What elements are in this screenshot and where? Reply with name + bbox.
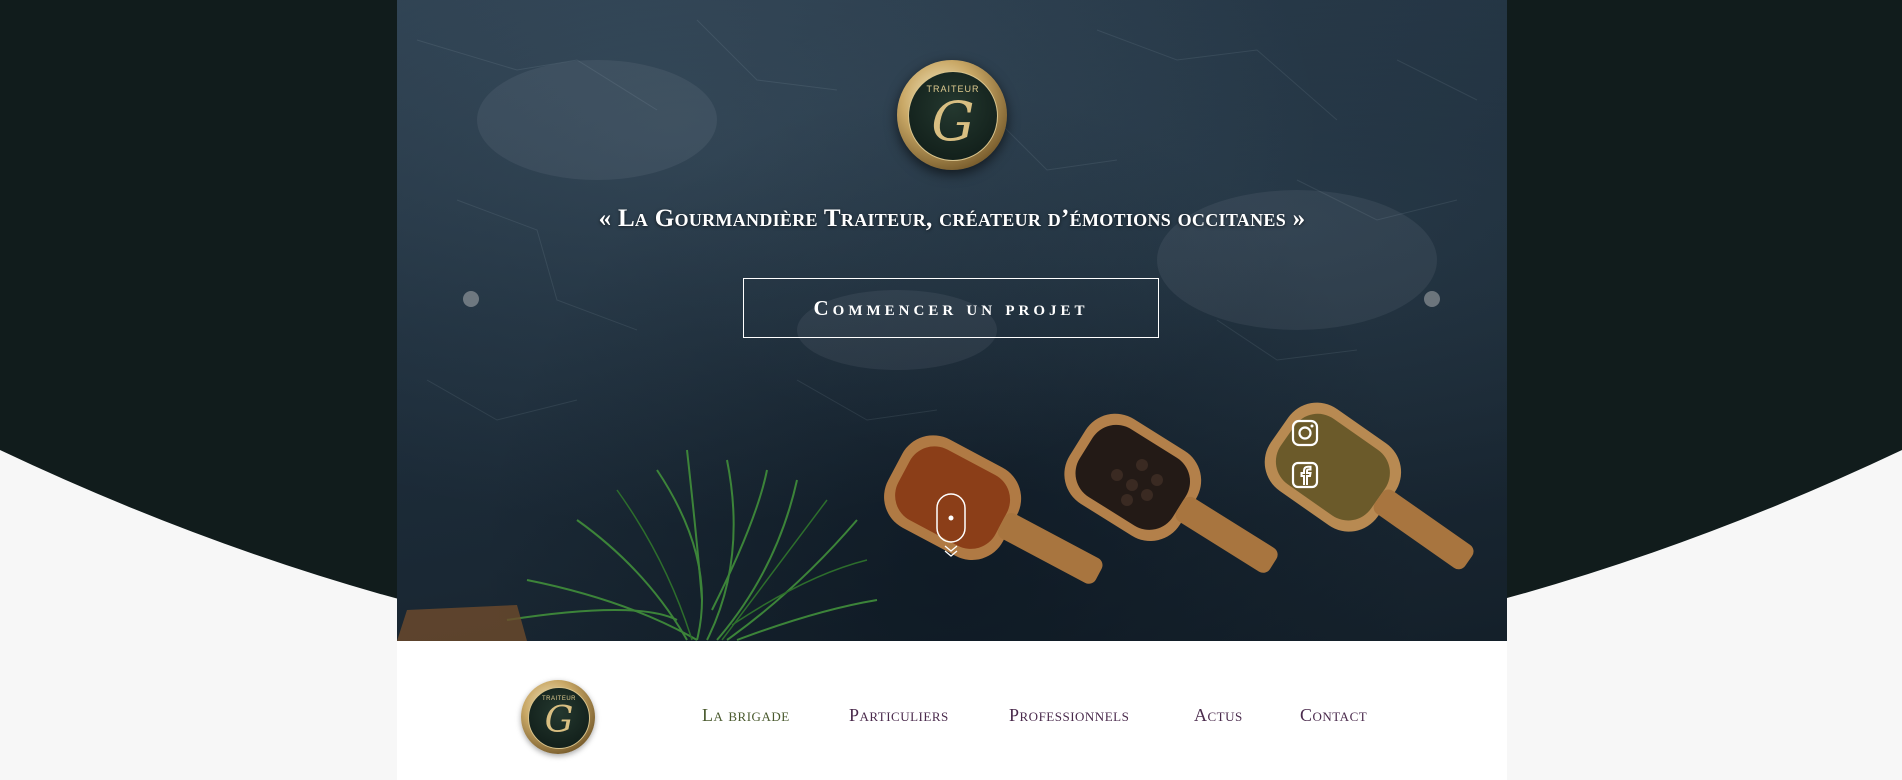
- nav-item-la-brigade[interactable]: La brigade: [702, 705, 790, 726]
- nav-item-particuliers[interactable]: Particuliers: [849, 705, 949, 726]
- nav-item-actus[interactable]: Actus: [1194, 705, 1243, 726]
- nav-logo[interactable]: TRAITEUR G: [521, 680, 595, 754]
- hero-banner: TRAITEUR G « La Gourmandière Traiteur, c…: [397, 0, 1507, 641]
- nav-item-contact[interactable]: Contact: [1300, 705, 1367, 726]
- logo-inner: TRAITEUR G: [908, 71, 998, 161]
- mouse-scroll-icon[interactable]: [935, 492, 967, 558]
- nav-item-professionnels[interactable]: Professionnels: [1009, 705, 1129, 726]
- nav-logo-inner: TRAITEUR G: [528, 687, 590, 749]
- slider-prev-dot-icon[interactable]: [463, 291, 479, 307]
- nav-logo-monogram: G: [544, 700, 574, 741]
- slider-next-dot-icon[interactable]: [1424, 291, 1440, 307]
- facebook-icon[interactable]: [1291, 461, 1319, 489]
- instagram-icon[interactable]: [1291, 419, 1319, 447]
- start-project-button[interactable]: Commencer un projet: [743, 278, 1159, 338]
- logo-monogram: G: [931, 90, 975, 153]
- main-navigation: TRAITEUR G La brigade Particuliers Profe…: [397, 641, 1507, 780]
- hero-tagline: « La Gourmandière Traiteur, créateur d’é…: [598, 205, 1306, 232]
- brand-logo[interactable]: TRAITEUR G: [897, 60, 1007, 170]
